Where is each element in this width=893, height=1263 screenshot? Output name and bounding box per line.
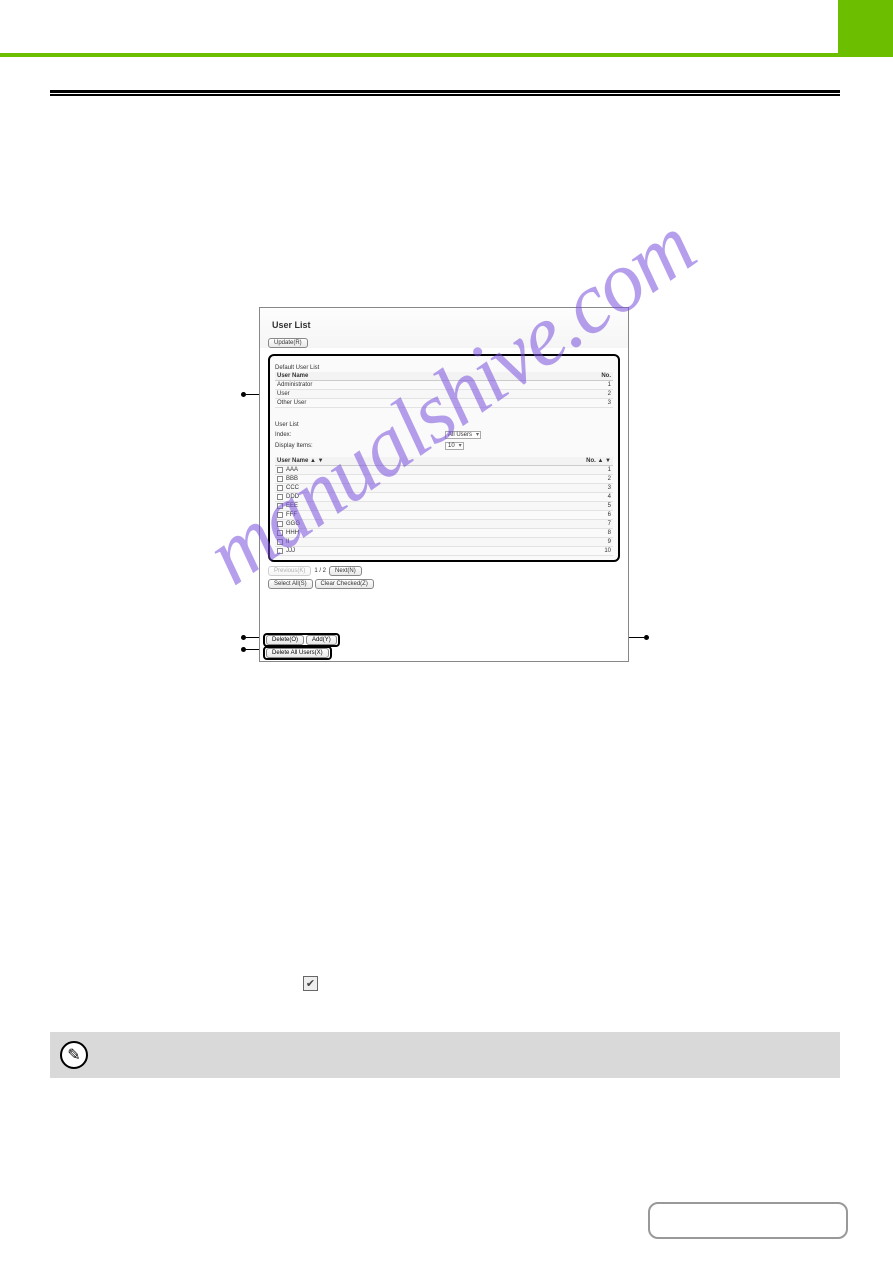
- section-rule: [50, 90, 840, 96]
- default-header-row: User Name No.: [275, 372, 613, 381]
- select-all-button[interactable]: Select All(S): [268, 579, 313, 589]
- cell-no: 9: [608, 539, 611, 545]
- cell-name: HHH: [286, 530, 299, 536]
- display-items-select[interactable]: 10: [445, 442, 464, 450]
- row-checkbox[interactable]: [277, 512, 283, 518]
- list-row[interactable]: CCC 3: [275, 484, 613, 493]
- update-button[interactable]: Update(R): [268, 338, 308, 348]
- list-row[interactable]: FFF 6: [275, 511, 613, 520]
- note-bar: ✎: [50, 1032, 840, 1078]
- default-list-header: Default User List: [275, 365, 613, 371]
- cell-no: 1: [608, 467, 611, 473]
- row-checkbox[interactable]: [277, 494, 283, 500]
- row-checkbox[interactable]: [277, 548, 283, 554]
- cell-name: AAA: [286, 467, 298, 473]
- list-row[interactable]: BBB 2: [275, 475, 613, 484]
- row-checkbox[interactable]: [277, 539, 283, 545]
- user-list-panel: User List Update(R) Default User List Us…: [259, 307, 629, 662]
- cell-name: DDD: [286, 494, 299, 500]
- cell-name: FFF: [286, 512, 297, 518]
- cell-no: 8: [608, 530, 611, 536]
- row-checkbox[interactable]: [277, 485, 283, 491]
- display-items-label: Display Items:: [275, 443, 445, 449]
- pencil-icon: ✎: [60, 1041, 88, 1069]
- sort-user[interactable]: User Name ▲ ▼: [277, 458, 324, 464]
- list-row[interactable]: II 9: [275, 538, 613, 547]
- header-tab: [838, 0, 893, 53]
- cell-name: EEE: [286, 503, 298, 509]
- cell-no: 6: [608, 512, 611, 518]
- clear-checked-button[interactable]: Clear Checked(Z): [315, 579, 374, 589]
- list-row[interactable]: DDD 4: [275, 493, 613, 502]
- cell-no: 4: [608, 494, 611, 500]
- row-checkbox[interactable]: [277, 503, 283, 509]
- row-checkbox[interactable]: [277, 530, 283, 536]
- row-checkbox[interactable]: [277, 467, 283, 473]
- row-checkbox[interactable]: [277, 476, 283, 482]
- cell-no: 3: [608, 485, 611, 491]
- checkmark-icon: ✔: [303, 976, 318, 991]
- col-user: User Name: [277, 373, 308, 379]
- col-no: No.: [601, 373, 611, 379]
- cell-no: 2: [608, 476, 611, 482]
- default-row[interactable]: Other User 3: [275, 399, 613, 408]
- delete-button[interactable]: Delete(O): [266, 635, 304, 645]
- row-checkbox[interactable]: [277, 521, 283, 527]
- sort-no[interactable]: No. ▲ ▼: [586, 458, 611, 464]
- cell-no: 1: [608, 382, 611, 388]
- panel-title: User List: [268, 316, 620, 338]
- page-indicator: 1 / 2: [314, 568, 326, 574]
- list-row[interactable]: GGG 7: [275, 520, 613, 529]
- list-row[interactable]: HHH 8: [275, 529, 613, 538]
- list-row[interactable]: JJJ 10: [275, 547, 613, 556]
- cell-name: Administrator: [277, 382, 312, 388]
- header-line: [0, 53, 893, 57]
- callout-bullet-b2: [644, 635, 649, 640]
- cell-no: 2: [608, 391, 611, 397]
- cell-no: 5: [608, 503, 611, 509]
- contents-button[interactable]: [648, 1202, 848, 1239]
- cell-no: 10: [604, 548, 611, 554]
- cell-name: II: [286, 539, 289, 545]
- delete-all-button[interactable]: Delete All Users(X): [266, 648, 329, 658]
- list-row[interactable]: EEE 5: [275, 502, 613, 511]
- cell-name: BBB: [286, 476, 298, 482]
- cell-no: 3: [608, 400, 611, 406]
- list-row[interactable]: AAA 1: [275, 466, 613, 475]
- add-button[interactable]: Add(Y): [306, 635, 337, 645]
- index-label: Index:: [275, 432, 445, 438]
- cell-name: JJJ: [286, 548, 295, 554]
- userlist-header-row: User Name ▲ ▼ No. ▲ ▼: [275, 457, 613, 466]
- cell-name: CCC: [286, 485, 299, 491]
- cell-name: GGG: [286, 521, 300, 527]
- user-list-header: User List: [275, 422, 613, 428]
- previous-button[interactable]: Previous(K): [268, 566, 311, 576]
- next-button[interactable]: Next(N): [329, 566, 362, 576]
- cell-no: 7: [608, 521, 611, 527]
- lists-section: Default User List User Name No. Administ…: [268, 354, 620, 562]
- index-select[interactable]: All Users: [445, 431, 481, 439]
- cell-name: Other User: [277, 400, 306, 406]
- default-row[interactable]: User 2: [275, 390, 613, 399]
- cell-name: User: [277, 391, 290, 397]
- default-row[interactable]: Administrator 1: [275, 381, 613, 390]
